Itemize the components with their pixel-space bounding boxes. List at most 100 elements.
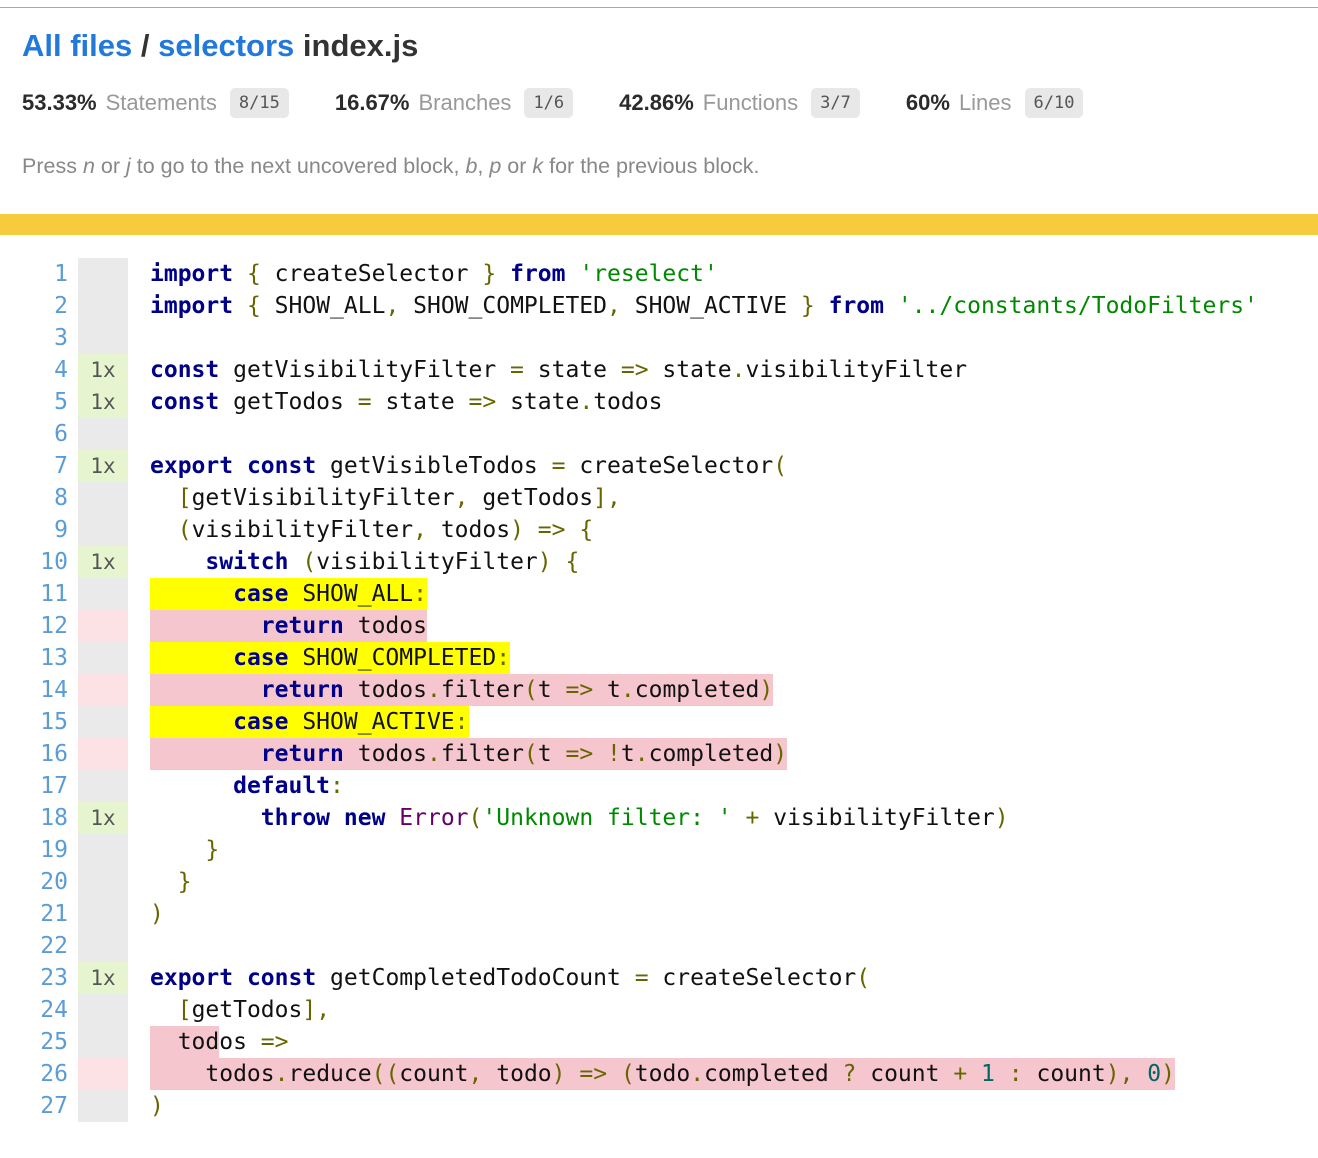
code-text: ) (128, 1090, 1318, 1122)
code-text: throw new Error('Unknown filter: ' + vis… (128, 802, 1318, 834)
execution-count (78, 898, 128, 930)
code-text: [getVisibilityFilter, getTodos], (128, 482, 1318, 514)
line-number[interactable]: 20 (0, 866, 78, 898)
metric-label: Lines (959, 90, 1012, 116)
execution-count (78, 642, 128, 674)
code-line: 12 return todos (0, 610, 1318, 642)
line-number[interactable]: 26 (0, 1058, 78, 1090)
file-name: index.js (303, 28, 418, 63)
code-text (128, 322, 1318, 354)
percent-value: 42.86% (619, 90, 694, 116)
execution-count (78, 514, 128, 546)
code-line: 24 [getTodos], (0, 994, 1318, 1026)
percent-value: 16.67% (335, 90, 410, 116)
line-number[interactable]: 3 (0, 322, 78, 354)
fraction-badge: 8/15 (230, 88, 289, 118)
line-number[interactable]: 2 (0, 290, 78, 322)
line-number[interactable]: 23 (0, 962, 78, 994)
line-number[interactable]: 13 (0, 642, 78, 674)
execution-count (78, 770, 128, 802)
code-line: 15 case SHOW_ACTIVE: (0, 706, 1318, 738)
code-text: export const getCompletedTodoCount = cre… (128, 962, 1318, 994)
code-text: ) (128, 898, 1318, 930)
line-number[interactable]: 11 (0, 578, 78, 610)
code-line: 181x throw new Error('Unknown filter: ' … (0, 802, 1318, 834)
line-number[interactable]: 24 (0, 994, 78, 1026)
code-line: 26 todos.reduce((count, todo) => (todo.c… (0, 1058, 1318, 1090)
line-number[interactable]: 7 (0, 450, 78, 482)
execution-count (78, 930, 128, 962)
code-line: 6 (0, 418, 1318, 450)
percent-value: 60% (906, 90, 950, 116)
line-number[interactable]: 15 (0, 706, 78, 738)
line-number[interactable]: 14 (0, 674, 78, 706)
code-text: const getTodos = state => state.todos (128, 386, 1318, 418)
metric-label: Branches (418, 90, 511, 116)
code-line: 11 case SHOW_ALL: (0, 578, 1318, 610)
code-text: return todos.filter(t => !t.completed) (128, 738, 1318, 770)
execution-count (78, 1026, 128, 1058)
line-number[interactable]: 17 (0, 770, 78, 802)
line-number[interactable]: 9 (0, 514, 78, 546)
breadcrumb-link-all-files[interactable]: All files (22, 28, 132, 63)
code-line: 51xconst getTodos = state => state.todos (0, 386, 1318, 418)
code-line: 21) (0, 898, 1318, 930)
percent-value: 53.33% (22, 90, 97, 116)
code-line: 101x switch (visibilityFilter) { (0, 546, 1318, 578)
line-number[interactable]: 8 (0, 482, 78, 514)
metric-branches: 16.67% Branches 1/6 (335, 88, 573, 118)
execution-count (78, 482, 128, 514)
code-text: [getTodos], (128, 994, 1318, 1026)
code-text: return todos.filter(t => t.completed) (128, 674, 1318, 706)
code-text: const getVisibilityFilter = state => sta… (128, 354, 1318, 386)
execution-count: 1x (78, 386, 128, 418)
execution-count (78, 706, 128, 738)
code-text: default: (128, 770, 1318, 802)
execution-count (78, 322, 128, 354)
code-text: } (128, 866, 1318, 898)
line-number[interactable]: 25 (0, 1026, 78, 1058)
fraction-badge: 1/6 (524, 88, 573, 118)
line-number[interactable]: 18 (0, 802, 78, 834)
fraction-badge: 6/10 (1025, 88, 1084, 118)
code-line: 16 return todos.filter(t => !t.completed… (0, 738, 1318, 770)
code-text: } (128, 834, 1318, 866)
execution-count (78, 578, 128, 610)
code-line: 8 [getVisibilityFilter, getTodos], (0, 482, 1318, 514)
code-text (128, 930, 1318, 962)
execution-count: 1x (78, 546, 128, 578)
code-line: 3 (0, 322, 1318, 354)
line-number[interactable]: 12 (0, 610, 78, 642)
execution-count: 1x (78, 802, 128, 834)
line-number[interactable]: 16 (0, 738, 78, 770)
line-number[interactable]: 19 (0, 834, 78, 866)
code-text: (visibilityFilter, todos) => { (128, 514, 1318, 546)
code-text: case SHOW_ALL: (128, 578, 1318, 610)
metric-lines: 60% Lines 6/10 (906, 88, 1084, 118)
execution-count (78, 866, 128, 898)
line-number[interactable]: 27 (0, 1090, 78, 1122)
line-number[interactable]: 22 (0, 930, 78, 962)
code-line: 231xexport const getCompletedTodoCount =… (0, 962, 1318, 994)
line-number[interactable]: 6 (0, 418, 78, 450)
breadcrumb: All files / selectors index.js (22, 28, 1318, 64)
execution-count (78, 1090, 128, 1122)
line-number[interactable]: 1 (0, 258, 78, 290)
line-number[interactable]: 10 (0, 546, 78, 578)
breadcrumb-link-selectors[interactable]: selectors (158, 28, 294, 63)
code-line: 2import { SHOW_ALL, SHOW_COMPLETED, SHOW… (0, 290, 1318, 322)
line-number[interactable]: 21 (0, 898, 78, 930)
code-line: 25 todos => (0, 1026, 1318, 1058)
code-text: export const getVisibleTodos = createSel… (128, 450, 1318, 482)
code-line: 19 } (0, 834, 1318, 866)
code-text: switch (visibilityFilter) { (128, 546, 1318, 578)
top-divider (0, 7, 1318, 8)
code-line: 22 (0, 930, 1318, 962)
line-number[interactable]: 4 (0, 354, 78, 386)
execution-count (78, 610, 128, 642)
execution-count (78, 674, 128, 706)
code-line: 17 default: (0, 770, 1318, 802)
line-number[interactable]: 5 (0, 386, 78, 418)
execution-count (78, 290, 128, 322)
execution-count (78, 834, 128, 866)
